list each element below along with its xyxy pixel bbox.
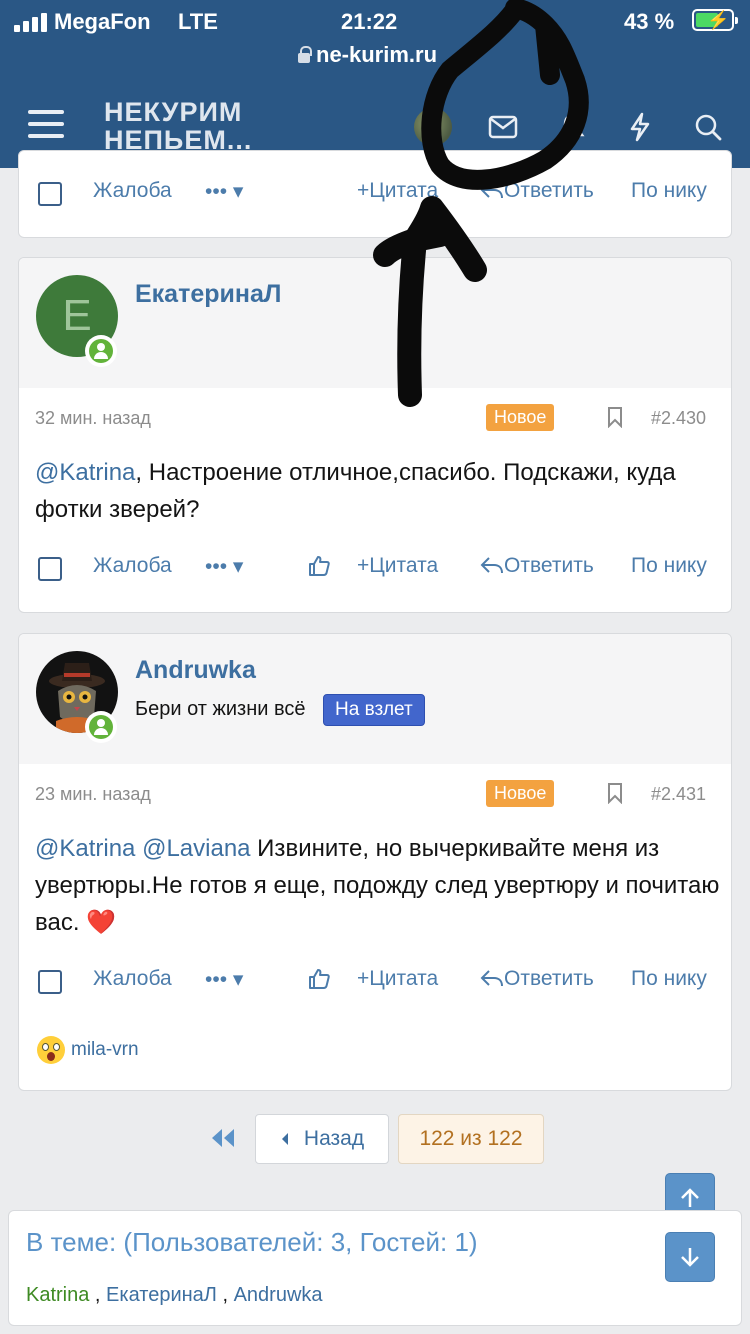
site-logo[interactable]: НЕКУРИМ НЕПЬЕМ... [104, 98, 252, 154]
select-checkbox[interactable] [38, 557, 62, 581]
post-text: @Katrina, Настроение отличное,спасибо. П… [35, 459, 676, 523]
post-actions: Жалоба ••• ▾ +Цитата Ответить По нику [19, 963, 733, 1003]
quote-link[interactable]: +Цитата [357, 967, 438, 991]
signal-icon [14, 12, 47, 32]
online-user-link[interactable]: ЕкатеринаЛ [106, 1284, 217, 1306]
by-nick-link[interactable]: По нику [631, 554, 707, 578]
post-author-header: Andruwka Бери от жизни всё На взлет [19, 634, 731, 764]
post-card: E ЕкатеринаЛ 32 мин. назад Новое #2.430 … [18, 257, 732, 613]
bookmark-icon[interactable] [607, 406, 623, 428]
lock-icon [298, 46, 312, 63]
online-users-list: Katrina , ЕкатеринаЛ , Andruwka [26, 1284, 323, 1306]
prev-page-button[interactable]: Назад [255, 1114, 389, 1164]
online-users-title[interactable]: В теме: (Пользователей: 3, Гостей: 1) [26, 1227, 478, 1258]
arrow-up-icon [681, 1188, 699, 1207]
report-link[interactable]: Жалоба [93, 554, 172, 578]
online-users-panel: В теме: (Пользователей: 3, Гостей: 1) Ka… [8, 1210, 742, 1326]
page-indicator[interactable]: 122 из 122 [398, 1114, 544, 1164]
post-actions: Жалоба ••• ▾ +Цитата Ответить По нику [19, 175, 733, 215]
report-link[interactable]: Жалоба [93, 967, 172, 991]
menu-icon[interactable] [28, 110, 64, 138]
like-icon[interactable] [307, 554, 331, 581]
mention-link[interactable]: @Laviana [142, 835, 250, 862]
prev-page-label: Назад [303, 1127, 365, 1150]
previous-post-card: Жалоба ••• ▾ +Цитата Ответить По нику [18, 150, 732, 238]
post-number[interactable]: #2.430 [651, 408, 706, 429]
reply-link[interactable]: Ответить [480, 554, 594, 578]
reaction-user[interactable]: mila-vrn [71, 1039, 139, 1061]
mention-link[interactable]: @Katrina [35, 459, 135, 486]
mail-icon[interactable] [484, 108, 522, 146]
online-user-link[interactable]: Andruwka [234, 1284, 323, 1306]
reply-link[interactable]: Ответить [480, 967, 594, 991]
heart-emoji: ❤️ [86, 909, 117, 936]
mention-link[interactable]: @Katrina [35, 835, 135, 862]
quote-link[interactable]: +Цитата [357, 179, 438, 203]
bookmark-icon[interactable] [607, 782, 623, 804]
post-time[interactable]: 23 мин. назад [35, 784, 151, 805]
first-page-icon[interactable] [210, 1127, 236, 1149]
status-time: 21:22 [341, 9, 398, 34]
post-card: Andruwka Бери от жизни всё На взлет 23 м… [18, 633, 732, 1091]
url-text: ne-kurim.ru [316, 42, 438, 67]
wow-emoji-icon [37, 1036, 65, 1064]
battery-icon: ⚡ [692, 9, 738, 31]
post-time[interactable]: 32 мин. назад [35, 408, 151, 429]
more-menu-icon[interactable]: ••• ▾ [205, 967, 243, 992]
new-badge: Новое [486, 404, 555, 431]
lightning-icon[interactable] [621, 108, 659, 146]
more-menu-icon[interactable]: ••• ▾ [205, 179, 243, 204]
reply-link[interactable]: Ответить [480, 179, 594, 203]
post-author-header: E ЕкатеринаЛ [19, 258, 731, 388]
address-bar[interactable]: ne-kurim.ru [298, 42, 437, 68]
by-nick-link[interactable]: По нику [631, 179, 707, 203]
rank-badge: На взлет [323, 694, 425, 726]
status-bar: MegaFon LTE 21:22 43 % ⚡ [0, 0, 750, 44]
bell-icon[interactable] [553, 108, 591, 146]
report-link[interactable]: Жалоба [93, 179, 172, 203]
author-name[interactable]: Andruwka [135, 656, 256, 685]
select-checkbox[interactable] [38, 970, 62, 994]
logo-line-1: НЕКУРИМ [104, 97, 243, 127]
online-status-icon [85, 335, 117, 367]
new-badge: Новое [486, 780, 555, 807]
more-menu-icon[interactable]: ••• ▾ [205, 554, 243, 579]
battery-percent: 43 % [624, 9, 675, 34]
online-user-link[interactable]: Katrina [26, 1284, 89, 1306]
reactions-bar[interactable]: mila-vrn [37, 1036, 139, 1064]
network-type: LTE [178, 9, 218, 34]
chevron-left-icon [281, 1133, 288, 1145]
quote-link[interactable]: +Цитата [357, 554, 438, 578]
top-bar: MegaFon LTE 21:22 43 % ⚡ ne-kurim.ru НЕК… [0, 0, 750, 168]
like-icon[interactable] [307, 967, 331, 994]
post-number[interactable]: #2.431 [651, 784, 706, 805]
post-actions: Жалоба ••• ▾ +Цитата Ответить По нику [19, 550, 733, 590]
select-checkbox[interactable] [38, 182, 62, 206]
by-nick-link[interactable]: По нику [631, 967, 707, 991]
arrow-down-icon [681, 1248, 699, 1267]
scroll-bottom-button[interactable] [665, 1232, 715, 1282]
user-avatar[interactable] [414, 108, 452, 146]
search-icon[interactable] [689, 108, 727, 146]
post-text: @Katrina @Laviana Извините, но вычеркива… [35, 835, 720, 936]
online-status-icon [85, 711, 117, 743]
carrier-name: MegaFon [54, 9, 151, 34]
user-title: Бери от жизни всё [135, 698, 306, 720]
author-name[interactable]: ЕкатеринаЛ [135, 280, 281, 309]
